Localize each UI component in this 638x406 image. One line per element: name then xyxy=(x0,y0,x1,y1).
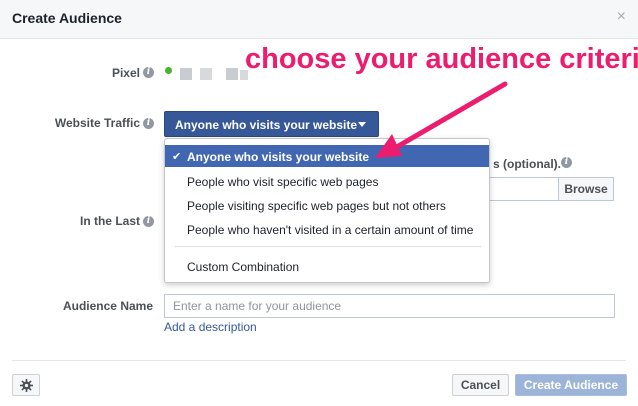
annotation-text: choose your audience criteria xyxy=(245,43,638,75)
